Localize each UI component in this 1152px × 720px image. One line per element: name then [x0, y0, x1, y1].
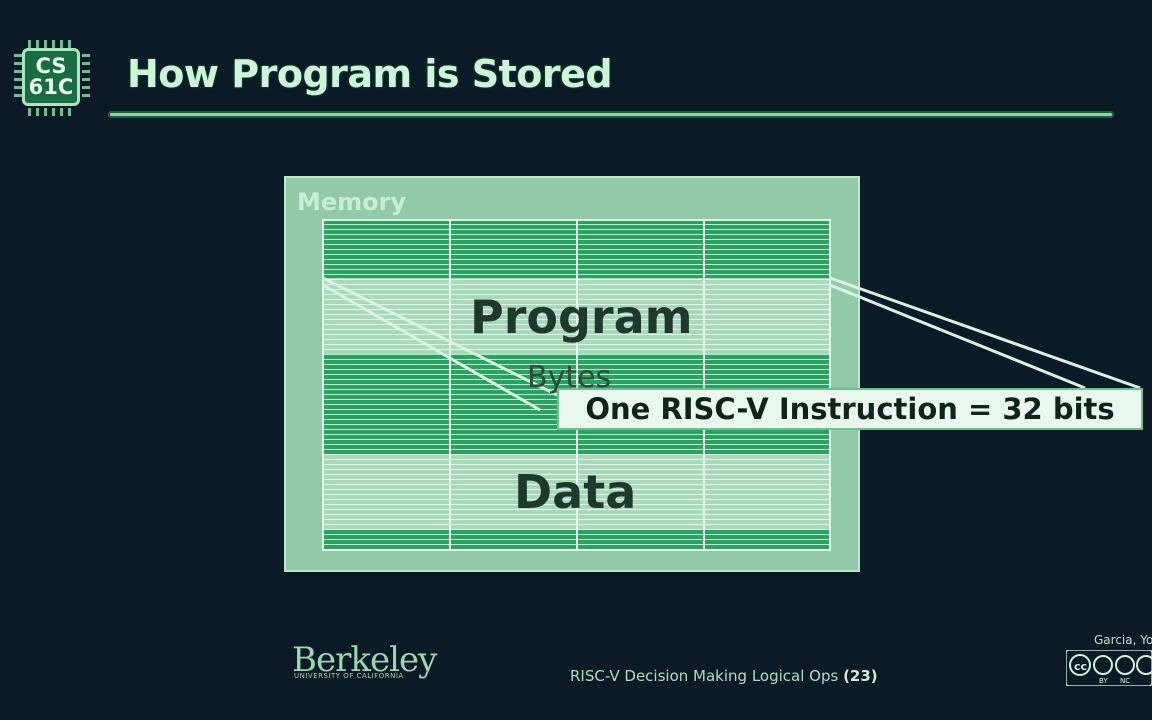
lecture-title-text: RISC-V Decision Making Logical Ops: [570, 667, 839, 685]
cc-license-badge: cc BY NC: [1066, 650, 1152, 686]
svg-text:cc: cc: [1074, 660, 1087, 673]
instruction-callout: One RISC-V Instruction = 32 bits: [557, 388, 1143, 430]
nc-label: NC: [1120, 677, 1130, 685]
cs61c-logo: CS 61C: [14, 40, 90, 116]
logo-line2: 61C: [28, 75, 74, 99]
author-credit: Garcia, Yo: [1094, 633, 1152, 647]
logo-chip: CS 61C: [22, 48, 80, 106]
title-divider: [108, 111, 1114, 118]
memory-label: Memory: [297, 188, 407, 216]
program-label: Program: [470, 290, 693, 344]
page-title: How Program is Stored: [127, 52, 613, 96]
berkeley-subtitle: UNIVERSITY OF CALIFORNIA: [294, 672, 404, 680]
footer-lecture-title: RISC-V Decision Making Logical Ops (23): [570, 667, 878, 685]
data-label: Data: [514, 465, 637, 519]
by-label: BY: [1099, 677, 1108, 685]
logo-line1: CS: [35, 54, 67, 78]
page-number: (23): [843, 667, 878, 685]
